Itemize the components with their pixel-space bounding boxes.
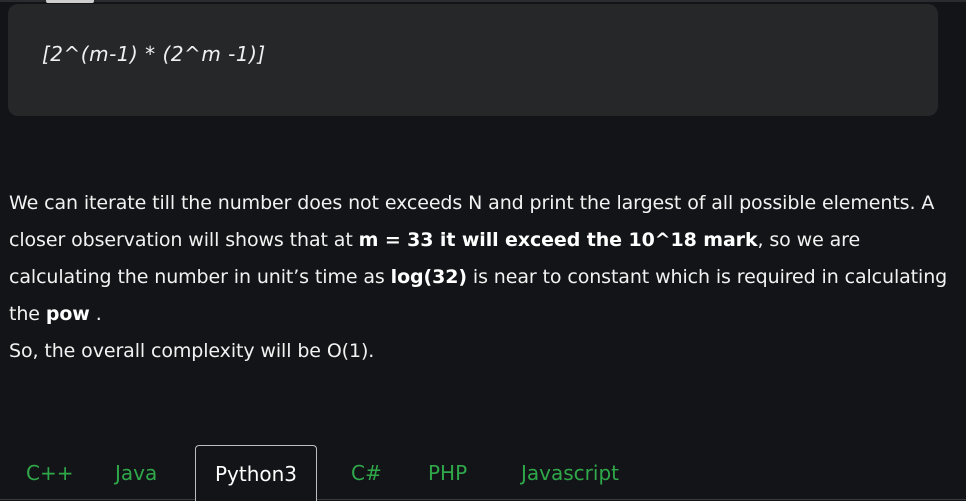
explanation-bold-pow: pow — [45, 303, 90, 325]
tab-label: Python3 — [214, 462, 298, 486]
tab-javascript[interactable]: Javascript — [521, 445, 619, 501]
tab-label: C++ — [26, 461, 74, 485]
explanation-text-d: . — [89, 303, 102, 325]
formula-text: [2^(m-1) * (2^m -1)] — [42, 42, 266, 66]
tab-python3[interactable]: Python3 — [195, 445, 317, 501]
tab-cpp[interactable]: C++ — [26, 445, 73, 501]
explanation-text: We can iterate till the number does not … — [9, 185, 949, 370]
tab-java[interactable]: Java — [115, 445, 157, 501]
tab-csharp[interactable]: C# — [351, 445, 382, 501]
top-tab-indicator — [46, 0, 94, 3]
tab-label: PHP — [428, 461, 468, 485]
tab-label: Java — [115, 461, 158, 485]
explanation-paragraph-1: We can iterate till the number does not … — [9, 185, 949, 333]
explanation-bold-m33: m = 33 it will exceed the 10^18 mark — [358, 229, 758, 251]
article-page: [2^(m-1) * (2^m -1)] We can iterate till… — [0, 0, 966, 501]
tab-label: C# — [351, 461, 382, 485]
tab-label: Javascript — [521, 461, 619, 485]
tab-php[interactable]: PHP — [428, 445, 467, 501]
language-tabs: C++ Java Python3 C# PHP Javascript — [0, 445, 966, 501]
top-divider — [0, 0, 966, 2]
explanation-bold-log32: log(32) — [390, 266, 467, 288]
explanation-paragraph-2: So, the overall complexity will be O(1). — [9, 340, 375, 362]
formula-block: [2^(m-1) * (2^m -1)] — [8, 4, 938, 116]
